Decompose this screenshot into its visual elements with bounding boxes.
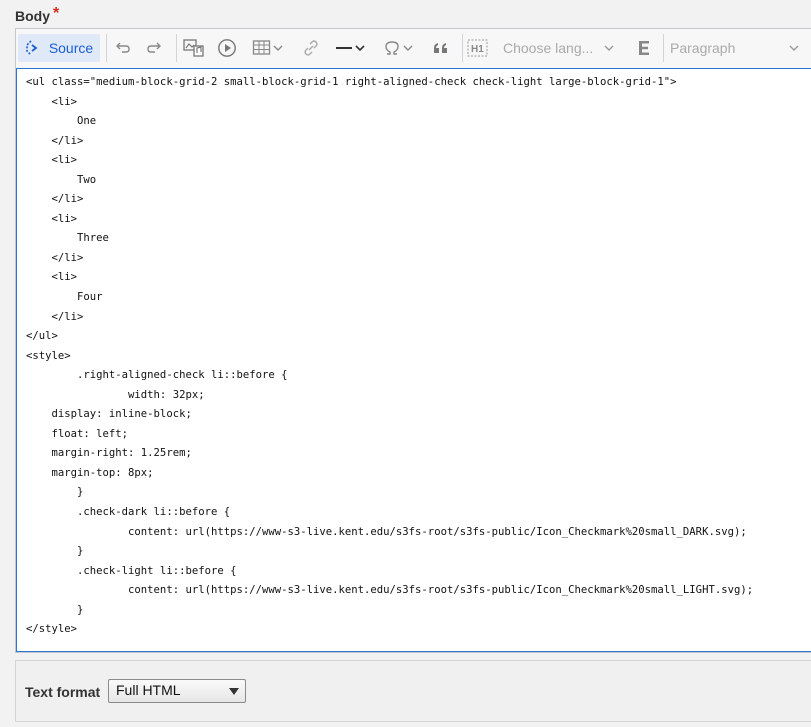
chevron-down-icon — [402, 43, 414, 53]
chevron-down-icon — [603, 43, 615, 53]
special-characters-button[interactable] — [382, 34, 420, 62]
chevron-down-icon — [354, 43, 366, 53]
source-line: } — [26, 603, 84, 616]
source-line: } — [26, 545, 84, 558]
insert-video-button[interactable] — [217, 34, 239, 62]
source-line: <li> — [26, 271, 78, 284]
link-button[interactable] — [301, 34, 323, 62]
chevron-down-icon — [272, 43, 284, 53]
source-line: .right-aligned-check li::before { — [26, 369, 288, 382]
source-button[interactable]: Source — [18, 34, 100, 62]
source-line: width: 32px; — [26, 388, 205, 401]
style-icon — [634, 38, 654, 58]
source-line: </style> — [26, 623, 78, 636]
toolbar-separator — [663, 34, 664, 62]
source-line: <li> — [26, 154, 78, 167]
horizontal-line-button[interactable] — [334, 34, 372, 62]
insert-table-button[interactable] — [252, 34, 290, 62]
paragraph-format-dropdown[interactable]: Paragraph — [670, 34, 800, 62]
source-line: <style> — [26, 349, 71, 362]
link-icon — [301, 38, 321, 58]
source-line: Four — [26, 291, 103, 304]
source-line: </li> — [26, 193, 84, 206]
undo-button[interactable] — [112, 34, 134, 62]
language-dropdown[interactable]: Choose lang... — [503, 34, 615, 62]
source-line: } — [26, 486, 84, 499]
source-button-label: Source — [48, 40, 94, 56]
redo-icon — [145, 38, 165, 58]
source-line: Two — [26, 173, 97, 186]
text-format-bar: Text format Full HTML — [15, 660, 811, 722]
language-dropdown-label: Choose lang... — [503, 40, 594, 56]
source-line: </ul> — [26, 330, 58, 343]
dropdown-arrow-icon — [229, 688, 239, 695]
undo-icon — [112, 38, 132, 58]
source-line: margin-right: 1.25rem; — [26, 447, 192, 460]
source-line: </li> — [26, 251, 84, 264]
rich-text-editor: Source H1 Choose lang... Paragraph <ul c… — [15, 28, 811, 653]
source-icon — [25, 38, 45, 58]
table-icon — [252, 39, 272, 57]
required-marker: * — [53, 5, 60, 22]
source-line: content: url(https://www-s3-live.kent.ed… — [26, 584, 754, 597]
toolbar-separator — [176, 34, 177, 62]
body-label-text: Body — [15, 8, 50, 24]
source-line: One — [26, 115, 97, 128]
style-button[interactable] — [634, 34, 656, 62]
text-format-select[interactable]: Full HTML — [108, 679, 246, 703]
source-line: .check-dark li::before { — [26, 506, 231, 519]
text-format-selected: Full HTML — [116, 682, 181, 698]
source-line: </li> — [26, 134, 84, 147]
source-line: margin-top: 8px; — [26, 466, 154, 479]
toolbar-separator — [462, 34, 463, 62]
blockquote-icon — [431, 38, 451, 58]
svg-text:H1: H1 — [471, 44, 484, 55]
special-characters-icon — [382, 38, 402, 58]
heading-h1-icon: H1 — [467, 38, 489, 58]
source-editing-textarea[interactable]: <ul class="medium-block-grid-2 small-blo… — [16, 68, 811, 652]
media-icon — [183, 38, 205, 58]
insert-media-button[interactable] — [183, 34, 207, 62]
source-line: <ul class="medium-block-grid-2 small-blo… — [26, 76, 677, 88]
blockquote-button[interactable] — [431, 34, 453, 62]
text-format-label: Text format — [25, 684, 101, 700]
source-line: content: url(https://www-s3-live.kent.ed… — [26, 525, 747, 538]
source-line: <li> — [26, 212, 78, 225]
paragraph-dropdown-label: Paragraph — [670, 40, 736, 56]
chevron-down-icon — [788, 43, 800, 53]
body-field-label: Body * — [15, 5, 60, 26]
source-line: display: inline-block; — [26, 408, 192, 421]
heading-button[interactable]: H1 — [467, 34, 491, 62]
redo-button[interactable] — [145, 34, 167, 62]
horizontal-line-icon — [334, 38, 354, 58]
play-icon — [217, 38, 237, 58]
source-line: </li> — [26, 310, 84, 323]
source-line: Three — [26, 232, 109, 245]
source-line: <li> — [26, 95, 78, 108]
source-line: .check-light li::before { — [26, 564, 237, 577]
source-line: float: left; — [26, 427, 129, 440]
editor-toolbar: Source H1 Choose lang... Paragraph — [16, 29, 811, 69]
toolbar-separator — [106, 34, 107, 62]
